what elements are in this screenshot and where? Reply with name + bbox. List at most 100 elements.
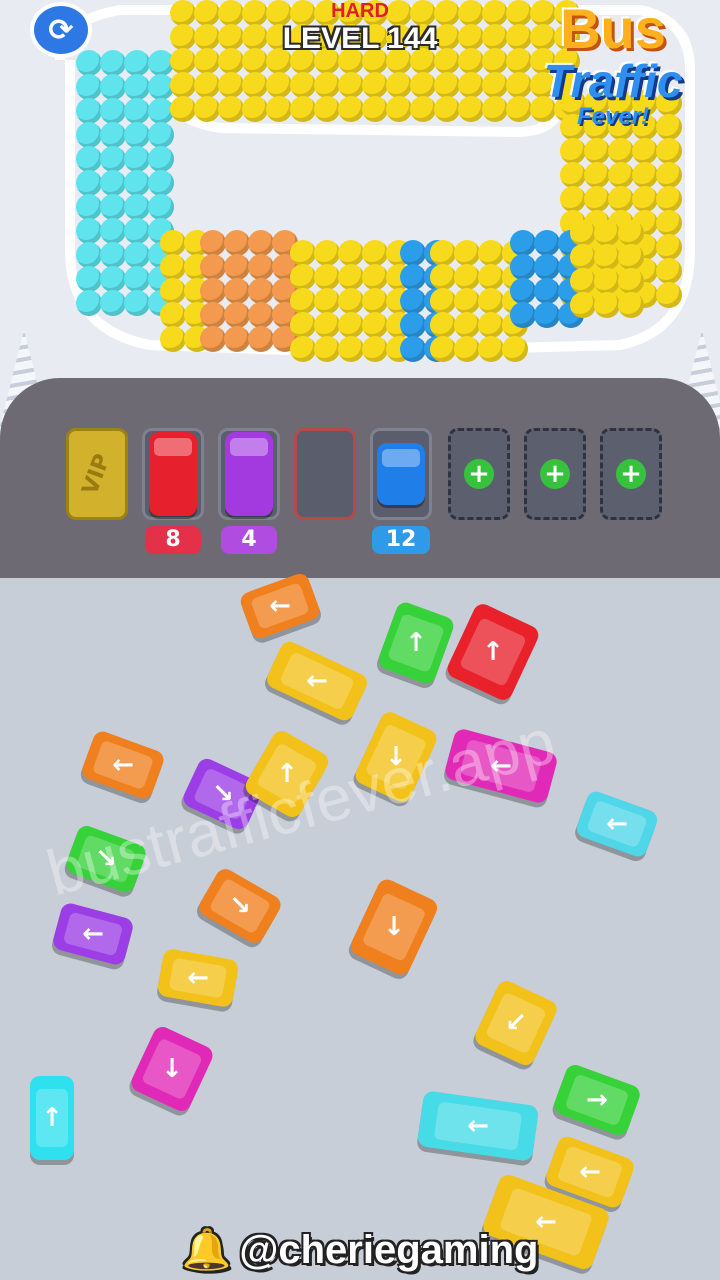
passenger	[124, 170, 150, 196]
passenger	[314, 72, 340, 98]
vehicle[interactable]: ←	[263, 638, 371, 724]
locked-slot[interactable]: +	[600, 428, 662, 520]
passenger	[100, 194, 126, 220]
passenger	[458, 72, 484, 98]
vehicle[interactable]: ↓	[347, 876, 441, 978]
direction-arrow-icon: →	[586, 1085, 608, 1115]
passenger	[454, 312, 480, 338]
vehicle[interactable]: ←	[237, 571, 323, 641]
passenger	[76, 194, 102, 220]
passenger	[618, 244, 644, 270]
passenger	[434, 72, 460, 98]
passenger	[338, 72, 364, 98]
passenger	[170, 96, 196, 122]
passenger	[100, 74, 126, 100]
passenger	[100, 98, 126, 124]
passenger	[100, 242, 126, 268]
vehicle[interactable]: ↘	[195, 865, 285, 947]
passenger	[656, 162, 682, 188]
bell-icon: 🔔	[181, 1228, 232, 1272]
vehicle[interactable]: ←	[79, 728, 167, 802]
passenger	[410, 96, 436, 122]
passenger	[430, 240, 456, 266]
passenger	[618, 292, 644, 318]
passenger	[124, 266, 150, 292]
passenger	[502, 336, 528, 362]
empty-slot	[294, 428, 356, 520]
parked-bus	[225, 432, 273, 516]
passenger	[124, 218, 150, 244]
locked-slot[interactable]: +	[524, 428, 586, 520]
vehicle[interactable]: ↑	[444, 600, 542, 704]
passenger	[124, 146, 150, 172]
passenger	[76, 218, 102, 244]
passenger	[478, 336, 504, 362]
passenger	[148, 146, 174, 172]
passenger	[570, 244, 596, 270]
passenger	[454, 336, 480, 362]
passenger	[534, 302, 560, 328]
passenger	[100, 290, 126, 316]
passenger	[632, 186, 658, 212]
passenger	[194, 96, 220, 122]
passenger	[510, 278, 536, 304]
occupied-slot	[142, 428, 204, 520]
passenger	[594, 220, 620, 246]
passenger	[100, 218, 126, 244]
passenger	[224, 254, 250, 280]
passenger	[248, 278, 274, 304]
passenger	[510, 254, 536, 280]
creator-handle: 🔔 @cheriegaming	[0, 1226, 720, 1273]
passenger	[290, 264, 316, 290]
locked-slot[interactable]: +	[448, 428, 510, 520]
passenger	[224, 302, 250, 328]
direction-arrow-icon: ←	[306, 666, 328, 696]
passenger	[290, 288, 316, 314]
passenger	[242, 72, 268, 98]
passenger	[200, 278, 226, 304]
passenger	[584, 186, 610, 212]
vehicle[interactable]: ←	[574, 788, 660, 860]
direction-arrow-icon: ↑	[41, 1103, 63, 1133]
passenger	[314, 264, 340, 290]
vehicle[interactable]: ←	[416, 1090, 540, 1162]
passenger	[570, 220, 596, 246]
passenger	[386, 72, 412, 98]
passenger	[362, 96, 388, 122]
handle-text: @cheriegaming	[239, 1228, 539, 1272]
passenger	[400, 240, 426, 266]
direction-arrow-icon: ↘	[229, 891, 251, 921]
passenger	[410, 72, 436, 98]
passenger	[100, 170, 126, 196]
passenger	[656, 210, 682, 236]
passenger	[314, 288, 340, 314]
passenger	[100, 266, 126, 292]
passenger	[400, 288, 426, 314]
parked-bus	[149, 432, 197, 516]
direction-arrow-icon: ↙	[505, 1008, 527, 1038]
passenger	[430, 264, 456, 290]
passenger	[200, 326, 226, 352]
passenger	[160, 302, 186, 328]
occupied-slot	[370, 428, 432, 520]
vehicle[interactable]: ↓	[128, 1023, 216, 1115]
passenger	[594, 268, 620, 294]
passenger	[656, 186, 682, 212]
passenger	[534, 278, 560, 304]
vehicle[interactable]: ←	[156, 947, 240, 1009]
passenger	[362, 288, 388, 314]
direction-arrow-icon: ←	[467, 1111, 489, 1141]
passenger	[362, 264, 388, 290]
passenger	[458, 96, 484, 122]
vehicle[interactable]: ↑	[30, 1076, 74, 1160]
passenger	[170, 72, 196, 98]
passenger	[584, 162, 610, 188]
vehicle[interactable]: ↑	[375, 599, 457, 687]
passenger	[478, 264, 504, 290]
vehicle[interactable]: →	[551, 1062, 643, 1138]
passenger	[482, 72, 508, 98]
vehicle[interactable]: ←	[51, 901, 135, 967]
passenger	[430, 288, 456, 314]
vehicle[interactable]: ↙	[472, 977, 560, 1069]
plus-icon: +	[616, 459, 646, 489]
